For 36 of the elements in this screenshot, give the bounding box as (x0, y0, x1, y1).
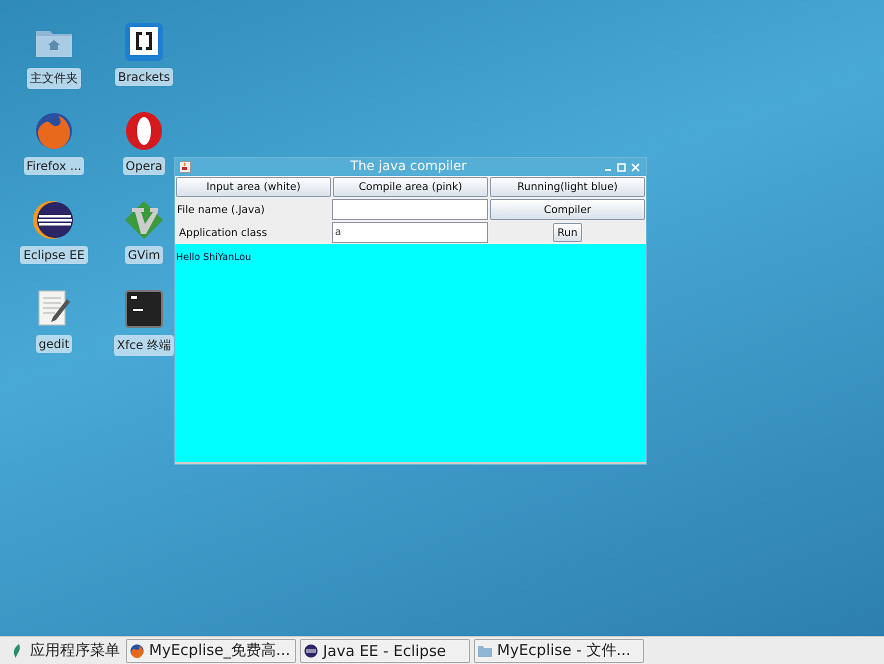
eclipse-icon (304, 644, 318, 658)
icon-label[interactable]: Xfce 终端 (114, 335, 174, 356)
leaf-icon (12, 644, 22, 658)
icon-label[interactable]: Eclipse EE (20, 246, 88, 264)
brackets-icon[interactable] (124, 22, 164, 62)
window-title: The java compiler (349, 158, 468, 176)
fox-globe-icon[interactable] (34, 111, 74, 151)
icon-label[interactable]: Brackets (115, 68, 173, 86)
area-button[interactable]: Running(light blue) (490, 177, 645, 197)
java-cup-icon (179, 161, 191, 173)
field-label: File name (.Java) (176, 202, 266, 218)
task-button[interactable]: MyEcplise - 文件... (474, 638, 644, 662)
maximize-icon[interactable] (617, 162, 626, 172)
icon-label[interactable]: Opera (122, 157, 166, 175)
output-text: Hello ShiYanLou (176, 252, 252, 263)
opera-icon[interactable] (124, 111, 164, 151)
app-menu-button[interactable]: 应用程序菜单 (10, 641, 122, 660)
icon-label[interactable]: GVim (124, 246, 164, 264)
fox-globe-icon (130, 644, 144, 658)
action-button[interactable]: Run (553, 223, 582, 242)
text-field[interactable] (332, 199, 488, 220)
text-field[interactable]: a (332, 222, 488, 243)
field-label: Application class (178, 226, 268, 240)
icon-label[interactable]: 主文件夹 (27, 68, 81, 89)
action-button[interactable]: Compiler (490, 199, 645, 220)
folder-icon (478, 644, 492, 656)
area-button[interactable]: Input area (white) (176, 177, 331, 197)
icon-label[interactable]: Firefox ... (24, 157, 84, 175)
area-button[interactable]: Compile area (pink) (333, 177, 488, 197)
eclipse-icon[interactable] (33, 200, 75, 240)
task-button[interactable]: MyEcplise_免费高... (126, 638, 296, 662)
close-icon[interactable] (631, 162, 640, 172)
task-button[interactable]: Java EE - Eclipse (300, 638, 470, 662)
icon-label[interactable]: gedit (36, 335, 72, 353)
terminal-icon[interactable] (125, 289, 163, 329)
vim-icon[interactable] (124, 200, 164, 240)
